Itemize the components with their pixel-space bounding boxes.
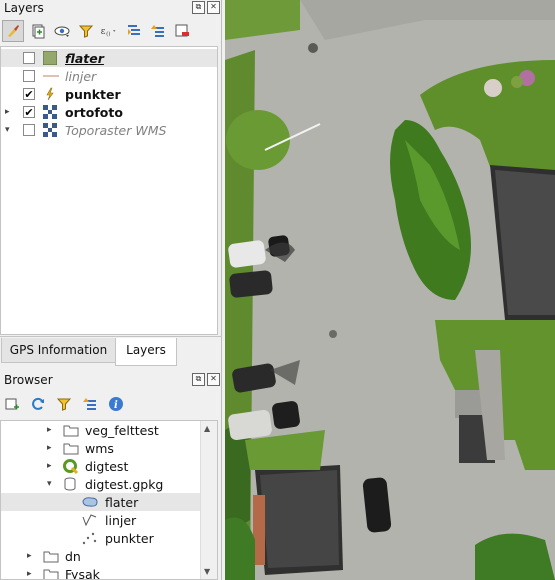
layer-row-toporaster-wms[interactable]: ▾ Toporaster WMS xyxy=(1,121,217,139)
browser-item-digtest[interactable]: ▸ digtest xyxy=(1,457,201,475)
line-layer-icon xyxy=(81,513,97,527)
left-dock: Layers ⧉ ✕ ε() flater linjer ✔ punkter ▸… xyxy=(0,0,222,580)
browser-item-label: flater xyxy=(105,494,139,510)
tab-gps-information[interactable]: GPS Information xyxy=(1,338,116,363)
browser-item-label: digtest.gpkg xyxy=(85,476,164,492)
layer-row-linjer[interactable]: linjer xyxy=(1,67,217,85)
folder-icon xyxy=(43,549,59,563)
info-icon[interactable]: i xyxy=(106,394,126,414)
point-layer-icon xyxy=(81,531,97,545)
expand-arrow-icon[interactable]: ▸ xyxy=(47,443,52,453)
browser-panel-title-buttons: ⧉ ✕ xyxy=(192,373,220,386)
layer-checkbox[interactable]: ✔ xyxy=(23,106,35,118)
map-canvas[interactable] xyxy=(225,0,555,580)
svg-text:(): () xyxy=(106,32,110,38)
layer-label: Toporaster WMS xyxy=(65,122,167,138)
browser-item-label: dn xyxy=(65,548,81,564)
folder-icon xyxy=(43,567,59,579)
expand-all-icon[interactable] xyxy=(124,21,144,41)
expand-arrow-icon[interactable]: ▸ xyxy=(27,569,32,579)
browser-item-punkter[interactable]: punkter xyxy=(1,529,201,547)
layer-checkbox[interactable]: ✔ xyxy=(23,88,35,100)
raster-icon xyxy=(43,123,57,137)
expression-filter-icon[interactable]: ε() xyxy=(100,21,120,41)
layer-label: linjer xyxy=(65,68,97,84)
browser-tree: ▸ veg_felttest ▸ wms ▸ digtest ▾ digtest… xyxy=(0,420,218,580)
expand-arrow-icon[interactable]: ▸ xyxy=(5,107,13,117)
layers-toolbar: ε() xyxy=(2,18,216,44)
folder-icon xyxy=(63,441,79,455)
raster-icon xyxy=(43,105,57,119)
expand-arrow-icon[interactable]: ▸ xyxy=(47,425,52,435)
browser-item-veg-felttest[interactable]: ▸ veg_felttest xyxy=(1,421,201,439)
paintbrush-icon[interactable] xyxy=(2,20,24,42)
dock-tabs: GPS Information Layers xyxy=(0,336,222,366)
layer-row-punkter[interactable]: ✔ punkter xyxy=(1,85,217,103)
browser-item-label: wms xyxy=(85,440,114,456)
browser-item-label: punkter xyxy=(105,530,154,546)
layer-label: flater xyxy=(65,50,104,66)
browser-panel-title: Browser xyxy=(4,373,53,387)
browser-item-label: Fysak xyxy=(65,566,100,580)
close-panel-button[interactable]: ✕ xyxy=(207,373,220,386)
polygon-layer-icon xyxy=(81,495,98,509)
browser-item-flater[interactable]: flater xyxy=(1,493,202,511)
geopackage-icon xyxy=(63,477,79,491)
collapse-arrow-icon[interactable]: ▾ xyxy=(5,125,13,135)
collapse-arrow-icon[interactable]: ▾ xyxy=(47,479,52,489)
float-panel-button[interactable]: ⧉ xyxy=(192,1,205,14)
layer-row-ortofoto[interactable]: ▸ ✔ ortofoto xyxy=(1,103,217,121)
browser-item-dn[interactable]: ▸ dn xyxy=(1,547,201,565)
browser-item-digtest-gpkg[interactable]: ▾ digtest.gpkg xyxy=(1,475,201,493)
filter-icon[interactable] xyxy=(76,21,96,41)
add-group-icon[interactable] xyxy=(28,21,48,41)
layers-tree: flater linjer ✔ punkter ▸ ✔ ortofoto ▾ T… xyxy=(0,46,218,335)
filter-icon[interactable] xyxy=(54,394,74,414)
refresh-icon[interactable] xyxy=(28,394,48,414)
layer-row-flater[interactable]: flater xyxy=(1,49,217,67)
scroll-up-icon[interactable]: ▲ xyxy=(204,424,210,433)
line-icon xyxy=(43,69,59,83)
remove-layer-icon[interactable] xyxy=(172,21,192,41)
browser-toolbar: i xyxy=(2,392,216,416)
qgis-project-icon xyxy=(63,459,79,475)
browser-item-label: veg_felttest xyxy=(85,422,159,438)
layer-checkbox[interactable] xyxy=(23,70,35,82)
browser-scrollbar[interactable]: ▲ ▼ xyxy=(200,421,217,579)
browser-item-label: linjer xyxy=(105,512,137,528)
svg-text:ε: ε xyxy=(101,26,106,37)
layer-label: punkter xyxy=(65,86,121,102)
layer-checkbox[interactable] xyxy=(23,124,35,136)
browser-item-wms[interactable]: ▸ wms xyxy=(1,439,201,457)
svg-text:i: i xyxy=(114,400,118,411)
close-panel-button[interactable]: ✕ xyxy=(207,1,220,14)
polygon-icon xyxy=(42,50,58,66)
add-selected-layers-icon[interactable] xyxy=(2,394,22,414)
tab-layers[interactable]: Layers xyxy=(115,338,177,366)
layers-panel-title: Layers xyxy=(4,1,44,15)
orthophoto-image xyxy=(225,0,555,580)
browser-item-label: digtest xyxy=(85,458,129,474)
collapse-all-icon[interactable] xyxy=(80,394,100,414)
scroll-down-icon[interactable]: ▼ xyxy=(204,567,210,576)
collapse-all-icon[interactable] xyxy=(148,21,168,41)
layer-checkbox[interactable] xyxy=(23,52,35,64)
browser-item-fysak[interactable]: ▸ Fysak xyxy=(1,565,201,580)
eye-icon[interactable] xyxy=(52,21,72,41)
layers-panel-title-buttons: ⧉ ✕ xyxy=(192,1,220,14)
layer-label: ortofoto xyxy=(65,104,123,120)
folder-icon xyxy=(63,423,79,437)
point-icon xyxy=(43,87,57,101)
expand-arrow-icon[interactable]: ▸ xyxy=(27,551,32,561)
expand-arrow-icon[interactable]: ▸ xyxy=(47,461,52,471)
float-panel-button[interactable]: ⧉ xyxy=(192,373,205,386)
browser-item-linjer[interactable]: linjer xyxy=(1,511,201,529)
